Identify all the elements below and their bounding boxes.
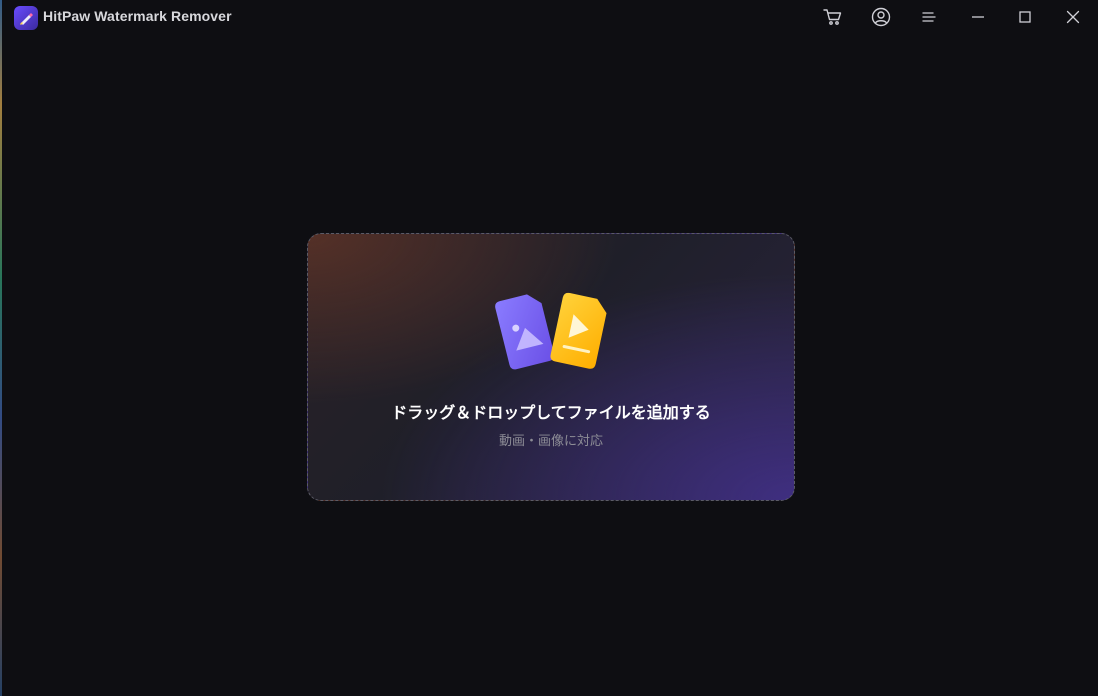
cart-icon — [823, 8, 843, 26]
drop-zone-subtitle: 動画・画像に対応 — [498, 434, 603, 449]
account-button[interactable] — [867, 4, 895, 30]
close-icon — [1065, 9, 1081, 25]
close-button[interactable] — [1059, 4, 1087, 30]
cart-button[interactable] — [819, 4, 847, 30]
account-icon — [871, 7, 891, 27]
menu-icon — [921, 10, 937, 24]
app-window: HitPaw Watermark Remover ドラッグ＆ドロップしてファイル… — [0, 0, 1098, 696]
video-file-icon — [550, 292, 607, 369]
app-logo-icon — [14, 6, 38, 30]
drop-zone-title: ドラッグ＆ドロップしてファイルを追加する — [391, 403, 711, 422]
file-drop-zone[interactable]: ドラッグ＆ドロップしてファイルを追加する 動画・画像に対応 — [307, 233, 795, 501]
title-bar: HitPaw Watermark Remover — [0, 0, 1098, 36]
minimize-button[interactable] — [964, 4, 992, 30]
image-file-icon — [495, 294, 555, 370]
menu-button[interactable] — [915, 4, 943, 30]
maximize-icon — [1017, 9, 1033, 25]
minimize-icon — [970, 10, 986, 24]
media-files-illustration — [490, 288, 616, 374]
background-window-edge — [0, 0, 2, 696]
maximize-button[interactable] — [1011, 4, 1039, 30]
app-title: HitPaw Watermark Remover — [43, 8, 232, 24]
